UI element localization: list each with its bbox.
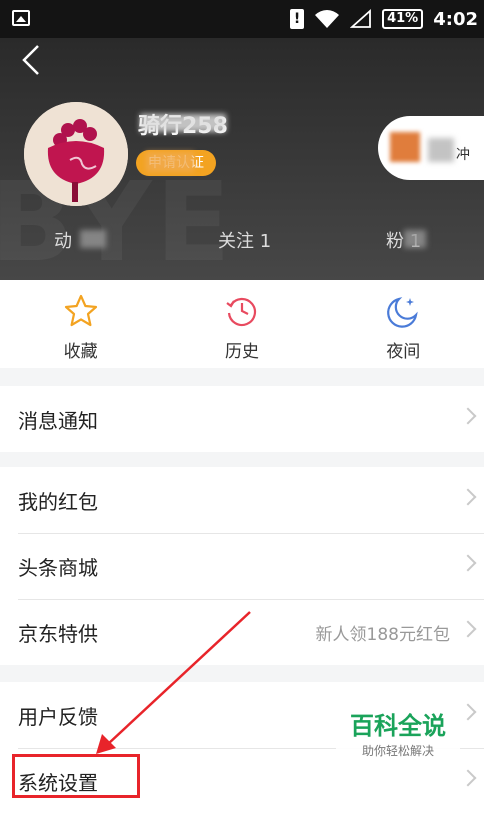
stat-following[interactable]: 关注 1 [218, 227, 271, 253]
battery-indicator: 41% [382, 9, 424, 29]
menu-item-label: 头条商城 [18, 555, 98, 580]
menu-item-red-packet[interactable]: 我的红包 [0, 467, 484, 533]
favorites-label: 收藏 [63, 342, 98, 362]
task-thumbnail [390, 132, 420, 162]
menu-group-notifications: 消息通知 [0, 386, 484, 452]
annotation-highlight-box [12, 754, 140, 798]
chevron-right-icon [459, 620, 477, 638]
history-button[interactable]: 历史 [161, 280, 322, 368]
back-arrow-icon[interactable] [14, 42, 50, 78]
watermark: 百科全说 助你轻松解决 [336, 706, 460, 764]
menu-group-services: 我的红包 头条商城 京东特供 新人领188元红包 [0, 467, 484, 665]
chevron-right-icon [459, 769, 477, 787]
status-bar: ! 41% 4:02 [0, 0, 484, 38]
chevron-right-icon [459, 407, 477, 425]
menu-item-notifications[interactable]: 消息通知 [0, 386, 484, 452]
menu-item-label: 京东特供 [18, 621, 98, 646]
history-label: 历史 [224, 342, 259, 362]
night-mode-label: 夜间 [386, 342, 421, 362]
profile-header: BYE 骑行258 申请认证 冲 动 关注 1 粉 1 [0, 38, 484, 280]
history-clock-icon [226, 297, 256, 327]
sim-alert-icon: ! [290, 9, 305, 29]
stat-dynamic[interactable]: 动 [54, 227, 72, 253]
favorites-button[interactable]: 收藏 [0, 280, 161, 368]
jd-promo-text: 新人领188元红包 [315, 624, 450, 645]
menu-item-jd[interactable]: 京东特供 新人领188元红包 [0, 599, 484, 665]
chevron-right-icon [459, 488, 477, 506]
menu-item-label: 我的红包 [18, 489, 98, 514]
signal-icon [350, 9, 371, 28]
clock: 4:02 [433, 8, 478, 30]
menu-item-label: 用户反馈 [18, 704, 98, 729]
avatar[interactable] [24, 102, 128, 206]
gallery-icon [12, 10, 30, 26]
wifi-icon [315, 10, 340, 28]
watermark-title: 百科全说 [350, 712, 446, 740]
task-pill-label: 冲 [456, 147, 470, 163]
night-mode-button[interactable]: 夜间 [323, 280, 484, 368]
chevron-right-icon [459, 554, 477, 572]
night-mode-icon [387, 297, 419, 328]
menu-item-mall[interactable]: 头条商城 [0, 533, 484, 599]
star-icon [64, 294, 97, 327]
quick-actions-bar: 收藏 历史 夜间 [0, 280, 484, 368]
watermark-subtitle: 助你轻松解决 [361, 744, 434, 758]
chevron-right-icon [459, 703, 477, 721]
menu-item-label: 消息通知 [18, 408, 98, 433]
